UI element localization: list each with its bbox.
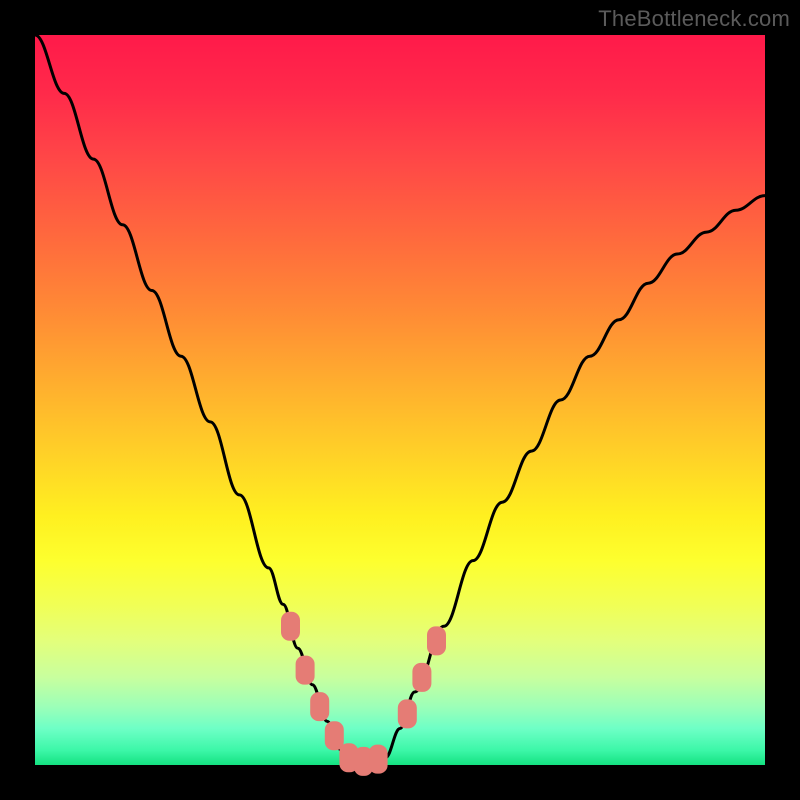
data-marker	[325, 722, 343, 750]
data-marker	[398, 700, 416, 728]
data-marker	[428, 627, 446, 655]
curve-line	[35, 35, 765, 764]
data-marker	[311, 693, 329, 721]
chart-canvas: TheBottleneck.com	[0, 0, 800, 800]
data-marker	[296, 656, 314, 684]
data-marker	[369, 745, 387, 773]
chart-svg-layer	[0, 0, 800, 800]
data-marker	[413, 663, 431, 691]
data-marker	[282, 612, 300, 640]
